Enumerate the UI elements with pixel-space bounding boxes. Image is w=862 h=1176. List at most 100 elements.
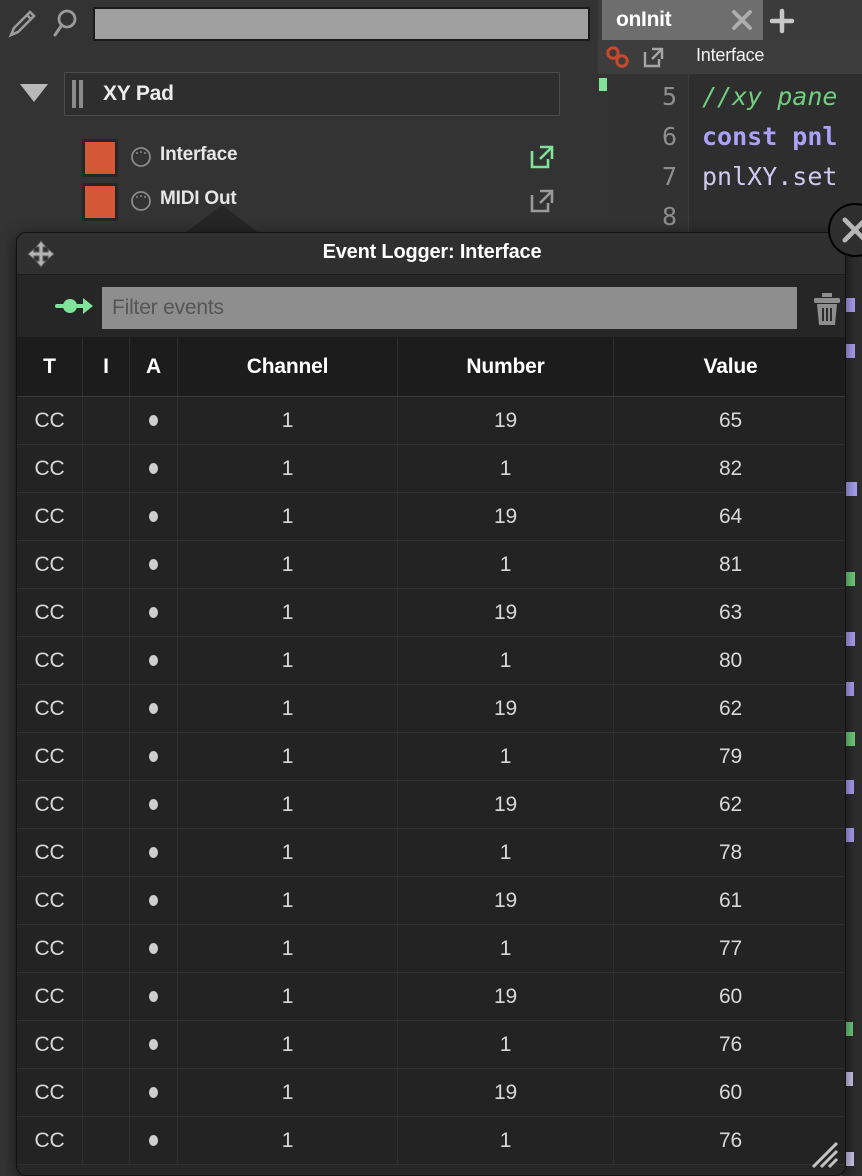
cell-number: 19 [398, 493, 614, 540]
external-link-icon[interactable] [642, 46, 665, 69]
search-icon[interactable] [48, 6, 82, 40]
code-line: const pnl [702, 122, 838, 151]
cell-channel: 1 [178, 1021, 398, 1068]
cell-channel: 1 [178, 445, 398, 492]
tree-item-label: Interface [160, 144, 238, 165]
close-circle-icon[interactable] [828, 203, 862, 257]
close-icon[interactable] [729, 7, 755, 33]
cell-i [83, 973, 130, 1020]
tree-group-xy-pad[interactable]: XY Pad [64, 72, 560, 116]
code-line: pnlXY.set [702, 162, 838, 191]
pencil-icon[interactable] [6, 6, 40, 40]
cell-channel: 1 [178, 829, 398, 876]
active-dot-icon [149, 511, 158, 522]
cell-number: 1 [398, 445, 614, 492]
cell-value: 64 [719, 504, 742, 528]
cell-i [83, 445, 130, 492]
cell-number: 19 [398, 1069, 614, 1116]
cell-channel: 1 [178, 541, 398, 588]
active-dot-icon [149, 847, 158, 858]
search-input[interactable] [93, 7, 590, 41]
external-link-icon[interactable] [529, 188, 555, 214]
cell-i [83, 1021, 130, 1068]
cell-t: CC [17, 685, 83, 732]
cell-number: 1 [398, 925, 614, 972]
cell-i [83, 1069, 130, 1116]
resize-grip-icon[interactable] [809, 1139, 839, 1169]
cell-number: 1 [398, 829, 614, 876]
table-row[interactable]: CC 1 19 63 [17, 589, 845, 637]
cell-a [130, 541, 178, 588]
table-row[interactable]: CC 1 19 62 [17, 781, 845, 829]
tree-item-interface[interactable]: Interface [0, 138, 598, 178]
logger-title-bar[interactable]: Event Logger: Interface [17, 233, 845, 275]
table-row[interactable]: CC 1 1 78 [17, 829, 845, 877]
column-header-type[interactable]: T [17, 337, 83, 396]
code-scope-bar: Interface [598, 40, 862, 74]
cell-i [83, 1117, 130, 1164]
table-row[interactable]: CC 1 1 77 [17, 925, 845, 973]
cell-a [130, 877, 178, 924]
plus-icon[interactable] [768, 7, 796, 35]
cell-value: 77 [719, 936, 742, 960]
cell-a [130, 1117, 178, 1164]
tree-item-midi-out[interactable]: MIDI Out [0, 182, 598, 222]
cell-a [130, 637, 178, 684]
external-link-icon[interactable] [529, 144, 555, 170]
signal-arrow-icon[interactable] [55, 294, 95, 318]
table-row[interactable]: CC 1 19 64 [17, 493, 845, 541]
table-body: CC 1 19 65 CC 1 1 82 CC 1 19 64 CC 1 1 81 CC 1 19 63 CC 1 1 80 C… [17, 397, 845, 1165]
color-swatch[interactable] [82, 139, 118, 177]
column-header-a[interactable]: A [130, 337, 178, 396]
table-row[interactable]: CC 1 19 60 [17, 1069, 845, 1117]
table-header-row: T I A Channel Number Value [17, 337, 845, 397]
tab-label: onInit [616, 8, 672, 31]
table-row[interactable]: CC 1 19 60 [17, 973, 845, 1021]
active-dot-icon [149, 415, 158, 426]
table-row[interactable]: CC 1 19 65 [17, 397, 845, 445]
cell-value: 81 [719, 552, 742, 576]
filter-input[interactable] [102, 287, 797, 329]
cell-t: CC [17, 781, 83, 828]
cell-value: 60 [719, 984, 742, 1008]
tab-oninit[interactable]: onInit [602, 0, 763, 40]
logger-callout-arrow [185, 205, 259, 233]
active-dot-icon [149, 943, 158, 954]
cell-i [83, 781, 130, 828]
cell-value: 63 [719, 600, 742, 624]
cell-a [130, 781, 178, 828]
table-row[interactable]: CC 1 1 76 [17, 1117, 845, 1165]
cell-a [130, 445, 178, 492]
events-table[interactable]: T I A Channel Number Value CC 1 19 65 CC 1 1 82… [17, 337, 845, 1175]
cell-number: 1 [398, 1021, 614, 1068]
column-header-number[interactable]: Number [398, 337, 614, 396]
column-header-i[interactable]: I [83, 337, 130, 396]
trash-icon[interactable] [812, 292, 842, 326]
cell-t: CC [17, 637, 83, 684]
chain-link-icon[interactable] [605, 45, 631, 69]
cell-t: CC [17, 973, 83, 1020]
table-row[interactable]: CC 1 1 80 [17, 637, 845, 685]
color-swatch[interactable] [82, 183, 118, 221]
cell-i [83, 733, 130, 780]
cell-t: CC [17, 445, 83, 492]
table-row[interactable]: CC 1 1 76 [17, 1021, 845, 1069]
table-row[interactable]: CC 1 1 82 [17, 445, 845, 493]
column-header-value[interactable]: Value [614, 337, 845, 396]
code-line: //xy pane [702, 82, 838, 111]
table-row[interactable]: CC 1 19 62 [17, 685, 845, 733]
code-scope-label: Interface [696, 45, 765, 65]
chevron-down-icon[interactable] [20, 84, 48, 102]
cell-t: CC [17, 733, 83, 780]
cell-t: CC [17, 877, 83, 924]
table-row[interactable]: CC 1 1 81 [17, 541, 845, 589]
cell-channel: 1 [178, 1069, 398, 1116]
cell-i [83, 637, 130, 684]
tree-group-label: XY Pad [103, 82, 174, 105]
drag-handle-icon[interactable] [72, 80, 83, 108]
cell-t: CC [17, 1021, 83, 1068]
column-header-channel[interactable]: Channel [178, 337, 398, 396]
table-row[interactable]: CC 1 1 79 [17, 733, 845, 781]
cell-value: 60 [719, 1080, 742, 1104]
table-row[interactable]: CC 1 19 61 [17, 877, 845, 925]
